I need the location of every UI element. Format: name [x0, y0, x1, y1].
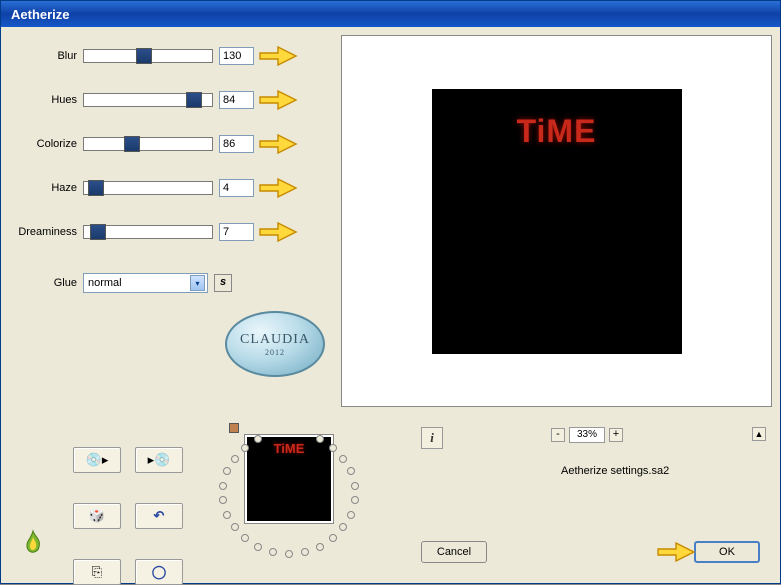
thumbnail-preview[interactable]: TiME [245, 435, 333, 523]
copy-button[interactable]: ⎘ [73, 559, 121, 585]
dialog-window: Aetherize Blur Hues Colorize [0, 0, 781, 584]
slider-colorize: Colorize [11, 133, 331, 155]
slider-thumb[interactable] [90, 224, 106, 240]
label-dreaminess: Dreaminess [11, 226, 83, 238]
play-cd-button[interactable]: ▸💿 [135, 447, 183, 473]
cd-play-button[interactable]: 💿▸ [73, 447, 121, 473]
ring-dot[interactable] [231, 523, 239, 531]
value-dreaminess[interactable] [219, 223, 254, 241]
ring-dot[interactable] [347, 511, 355, 519]
value-haze[interactable] [219, 179, 254, 197]
label-glue: Glue [11, 277, 83, 289]
info-button[interactable]: i [421, 427, 443, 449]
slider-track-hues[interactable] [83, 93, 213, 107]
badge-year: 2012 [265, 348, 285, 357]
chevron-down-icon: ▾ [190, 275, 205, 291]
ring-dot[interactable] [231, 455, 239, 463]
label-haze: Haze [11, 182, 83, 194]
zoom-in-button[interactable]: + [609, 428, 623, 442]
ring-dot[interactable] [285, 550, 293, 558]
flame-icon [21, 529, 45, 557]
ring-button[interactable]: ◯ [135, 559, 183, 585]
ring-dot[interactable] [329, 534, 337, 542]
cancel-button[interactable]: Cancel [421, 541, 487, 563]
ring-dot[interactable] [269, 548, 277, 556]
ring-dot[interactable] [351, 482, 359, 490]
badge-text: CLAUDIA [240, 332, 310, 348]
ring-dot[interactable] [339, 455, 347, 463]
randomize-button[interactable]: 🎲 [73, 503, 121, 529]
thumb-swatch[interactable] [229, 423, 239, 433]
thumb-caption: TiME [274, 441, 305, 456]
ring-dot[interactable] [219, 496, 227, 504]
bottom-bar: 💿▸ ▸💿 🎲 ↶ ⎘ ◯ TiME i - 33% + [1, 413, 780, 583]
ring-dot[interactable] [316, 435, 324, 443]
slider-hues: Hues [11, 89, 331, 111]
content-area: Blur Hues Colorize Haze [1, 27, 780, 413]
ring-dot[interactable] [347, 467, 355, 475]
zoom-out-button[interactable]: - [551, 428, 565, 442]
zoom-value[interactable]: 33% [569, 427, 605, 443]
pointer-hand-icon [258, 45, 298, 67]
preview-image: TiME [432, 89, 682, 354]
undo-button[interactable]: ↶ [135, 503, 183, 529]
ring-dot[interactable] [219, 482, 227, 490]
titlebar[interactable]: Aetherize [1, 1, 780, 27]
glue-row: Glue normal ▾ s [11, 273, 331, 293]
slider-haze: Haze [11, 177, 331, 199]
zoom-controls: - 33% + [551, 427, 623, 443]
pointer-hand-icon [258, 177, 298, 199]
label-colorize: Colorize [11, 138, 83, 150]
slider-thumb[interactable] [186, 92, 202, 108]
value-colorize[interactable] [219, 135, 254, 153]
ring-dot[interactable] [316, 543, 324, 551]
value-hues[interactable] [219, 91, 254, 109]
glue-dropdown[interactable]: normal ▾ [83, 273, 208, 293]
slider-thumb[interactable] [124, 136, 140, 152]
pointer-hand-icon [258, 89, 298, 111]
window-title: Aetherize [11, 7, 70, 22]
pointer-hand-icon [656, 541, 696, 563]
ring-dot[interactable] [241, 534, 249, 542]
ring-dot[interactable] [301, 548, 309, 556]
settings-s-button[interactable]: s [214, 274, 232, 292]
pointer-hand-icon [258, 133, 298, 155]
pointer-hand-icon [258, 221, 298, 243]
ring-dot[interactable] [329, 444, 337, 452]
ring-dot[interactable] [351, 496, 359, 504]
ring-dot[interactable] [223, 511, 231, 519]
slider-thumb[interactable] [88, 180, 104, 196]
slider-thumb[interactable] [136, 48, 152, 64]
label-blur: Blur [11, 50, 83, 62]
ok-button[interactable]: OK [694, 541, 760, 563]
watermark-badge: CLAUDIA 2012 [225, 311, 325, 377]
slider-blur: Blur [11, 45, 331, 67]
nav-up-button[interactable]: ▲ [752, 427, 766, 441]
value-blur[interactable] [219, 47, 254, 65]
slider-track-haze[interactable] [83, 181, 213, 195]
preview-panel: TiME [341, 35, 772, 407]
slider-track-dreaminess[interactable] [83, 225, 213, 239]
glue-value: normal [88, 277, 122, 289]
label-hues: Hues [11, 94, 83, 106]
settings-filename: Aetherize settings.sa2 [561, 465, 669, 477]
slider-dreaminess: Dreaminess [11, 221, 331, 243]
thumbnail-ring: TiME [223, 421, 423, 575]
preview-caption: TiME [517, 113, 597, 150]
slider-track-blur[interactable] [83, 49, 213, 63]
ring-dot[interactable] [339, 523, 347, 531]
slider-track-colorize[interactable] [83, 137, 213, 151]
ring-dot[interactable] [241, 444, 249, 452]
ring-dot[interactable] [223, 467, 231, 475]
ring-dot[interactable] [254, 543, 262, 551]
